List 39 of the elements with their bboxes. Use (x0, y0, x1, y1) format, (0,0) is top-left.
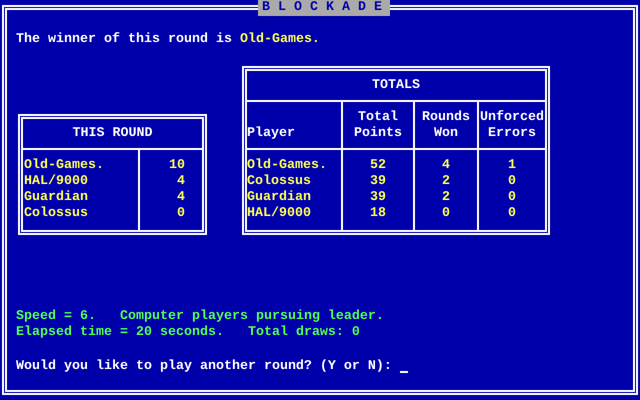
status-text: Total draws: 0 (248, 325, 360, 341)
table-cell: 0 (508, 206, 516, 222)
table-cell-text: HAL/9000 (24, 174, 89, 190)
table-cell: 39 (370, 174, 386, 190)
table-cell: 18 (370, 206, 386, 222)
table-cell: 10 (169, 158, 185, 174)
column-header: Unforced Errors (479, 110, 545, 142)
table-cell: 0 (177, 206, 185, 222)
table-title: TOTALS (372, 78, 420, 94)
table-cell: 4 (442, 158, 450, 174)
table-cell: 0 (508, 174, 516, 190)
table-cell: 0 (442, 206, 450, 222)
table-cell: Colossus (247, 174, 311, 190)
winner-text: The winner of this round is (16, 32, 232, 48)
table-cell: 0 (508, 190, 516, 206)
column-header: Player (247, 126, 295, 142)
status-text: Speed = 6. (16, 309, 96, 325)
status-text: Elapsed time = 20 seconds. (16, 325, 224, 341)
table-cell: 52 (370, 158, 386, 174)
table-cell-text: Old-Games. (24, 158, 105, 174)
table-cell: Old-Games. (247, 158, 327, 174)
text-cursor (400, 371, 408, 373)
table-cell: 4 (177, 174, 185, 190)
status-text: Computer players pursuing leader. (120, 309, 384, 325)
table-cell: 4 (177, 190, 185, 206)
table-cell: 2 (442, 190, 450, 206)
column-header: Rounds Won (421, 110, 471, 142)
table-cell: 1 (508, 158, 516, 174)
table-cell: Guardian (247, 190, 311, 206)
table-cell: HAL/9000 (247, 206, 311, 222)
window-title: BLOCKADE (258, 0, 390, 16)
table-cell: 39 (370, 190, 386, 206)
table-title: THIS ROUND (72, 126, 152, 142)
prompt-text: Would you like to play another round? (Y or N): (16, 359, 392, 375)
table-cell-text: Colossus (24, 206, 89, 222)
table-cell: 2 (442, 174, 450, 190)
table-cell-text: Guardian (24, 190, 89, 206)
column-header: Total Points (353, 110, 403, 142)
winner-name: Old-Games. (240, 32, 320, 48)
